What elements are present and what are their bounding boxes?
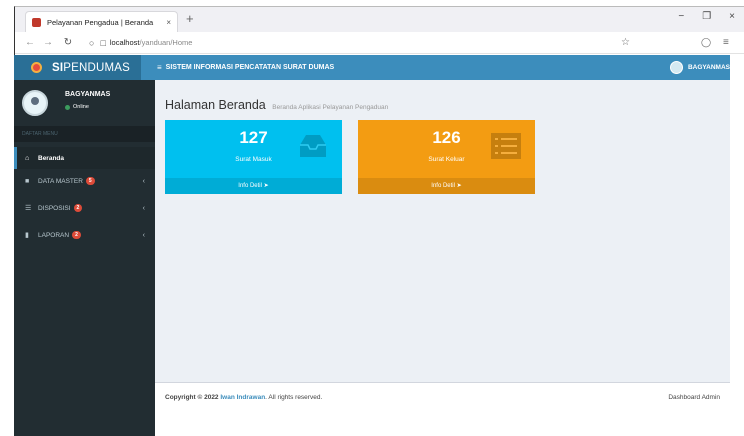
count-badge: 2 xyxy=(72,231,81,239)
forward-icon[interactable]: → xyxy=(41,37,55,48)
window-controls: − ❐ × xyxy=(678,11,735,22)
tab-title: Pelayanan Pengadua | Beranda xyxy=(47,17,154,27)
hamburger-menu-icon[interactable]: ≡ xyxy=(723,37,729,48)
footer-right-text: Dashboard Admin xyxy=(668,394,720,401)
info-detail-label: Info Detil xyxy=(238,183,262,189)
shield-icon[interactable]: ○ xyxy=(89,38,94,48)
minimize-icon[interactable]: − xyxy=(678,11,684,22)
user-menu[interactable]: BAGYANMAS xyxy=(669,61,730,74)
favicon-icon xyxy=(32,17,41,27)
avatar-icon xyxy=(669,61,683,74)
sidebar-toggle-icon[interactable]: ≡ xyxy=(157,63,162,72)
sidebar: BAGYANMAS Online DAFTAR MENU ⌂ Beranda ■… xyxy=(14,80,155,436)
user-status: Online xyxy=(65,104,89,110)
app-header: SIPENDUMAS ≡ SISTEM INFORMASI PENCATATAN… xyxy=(0,55,730,80)
sidebar-item-label: DATA MASTER xyxy=(38,177,83,185)
top-navbar: ≡ SISTEM INFORMASI PENCATATAN SURAT DUMA… xyxy=(141,55,730,80)
browser-tab[interactable]: Pelayanan Pengadua | Beranda × xyxy=(25,11,178,32)
logo-text: SIPENDUMAS xyxy=(52,62,130,74)
page-footer: Copyright © 2022 Iwan Indrawan. All righ… xyxy=(155,382,730,412)
page-icon: □ xyxy=(100,37,106,48)
author-link[interactable]: Iwan Indrawan xyxy=(220,394,265,401)
count-badge: 5 xyxy=(85,177,95,185)
copyright-text: Copyright © 2022 Iwan Indrawan. All righ… xyxy=(165,394,322,401)
page-title: Halaman Beranda Beranda Aplikasi Pelayan… xyxy=(165,98,388,112)
header-user-name: BAGYANMAS xyxy=(687,64,730,71)
arrow-circle-right-icon: ➤ xyxy=(456,183,462,189)
new-tab-button[interactable]: + xyxy=(186,11,194,26)
stat-box-surat-keluar: 126 Surat Keluar Info Detil ➤ xyxy=(358,120,535,194)
sidebar-item-label: DISPOSISI xyxy=(38,204,71,212)
sidebar-item-data-master[interactable]: ■ DATA MASTER 5 ‹ xyxy=(14,170,155,192)
copyright-prefix: Copyright © 2022 xyxy=(165,394,219,401)
restore-icon[interactable]: ❐ xyxy=(702,11,711,22)
list-icon: ☰ xyxy=(25,205,32,212)
main-content: Halaman Beranda Beranda Aplikasi Pelayan… xyxy=(155,80,730,382)
page-bottom xyxy=(155,412,730,436)
user-panel: BAGYANMAS Online xyxy=(14,80,155,126)
chevron-left-icon: ‹ xyxy=(142,177,145,185)
header-title: SISTEM INFORMASI PENCATATAN SURAT DUMAS xyxy=(165,64,335,71)
copyright-suffix: . All rights reserved. xyxy=(265,394,323,401)
address-bar[interactable]: localhost/yanduan/Home xyxy=(110,38,193,47)
chevron-left-icon: ‹ xyxy=(142,204,145,212)
sidebar-item-label: LAPORAN xyxy=(38,231,70,239)
list-icon xyxy=(491,133,521,159)
sidebar-item-beranda[interactable]: ⌂ Beranda xyxy=(14,147,155,169)
tab-close-icon[interactable]: × xyxy=(166,18,171,27)
close-window-icon[interactable]: × xyxy=(729,11,735,22)
reload-icon[interactable]: ↻ xyxy=(61,37,75,48)
file-icon: ■ xyxy=(25,177,30,185)
user-name: BAGYANMAS xyxy=(65,91,111,98)
book-icon: ▮ xyxy=(25,232,29,239)
arrow-circle-right-icon: ➤ xyxy=(263,183,269,189)
user-status-text: Online xyxy=(73,104,89,110)
home-icon: ⌂ xyxy=(25,154,30,162)
info-detail-link[interactable]: Info Detil ➤ xyxy=(358,178,535,194)
logo-emblem-icon xyxy=(31,62,42,73)
sidebar-item-disposisi[interactable]: ☰ DISPOSISI 2 ‹ xyxy=(14,197,155,219)
chevron-left-icon: ‹ xyxy=(142,231,145,239)
app-logo[interactable]: SIPENDUMAS xyxy=(14,55,141,80)
sidebar-item-label: Beranda xyxy=(38,154,65,162)
url-host: localhost xyxy=(109,38,140,47)
logo-bold: SI xyxy=(52,61,64,74)
stat-box-surat-masuk: 127 Surat Masuk Info Detil ➤ xyxy=(165,120,342,194)
online-dot-icon xyxy=(65,104,70,110)
logo-rest: PENDUMAS xyxy=(63,61,131,74)
page-title-text: Halaman Beranda xyxy=(165,98,266,112)
info-detail-label: Info Detil xyxy=(431,183,455,189)
page-subtitle: Beranda Aplikasi Pelayanan Pengaduan xyxy=(272,104,389,111)
info-detail-link[interactable]: Info Detil ➤ xyxy=(165,178,342,194)
url-path: /yanduan/Home xyxy=(139,38,193,47)
count-badge: 2 xyxy=(73,204,83,212)
pocket-icon[interactable]: ◯ xyxy=(701,37,711,48)
browser-navbar: ← → ↻ ○ □ localhost/yanduan/Home ☆ ◯ ≡ xyxy=(15,32,744,54)
inbox-icon xyxy=(300,135,326,157)
sidebar-item-laporan[interactable]: ▮ LAPORAN 2 ‹ xyxy=(14,224,155,246)
bookmark-star-icon[interactable]: ☆ xyxy=(621,37,630,48)
avatar xyxy=(22,90,48,116)
menu-header: DAFTAR MENU xyxy=(14,126,155,142)
browser-tabbar: Pelayanan Pengadua | Beranda × + − ❐ × xyxy=(15,7,744,32)
back-icon[interactable]: ← xyxy=(23,37,37,48)
